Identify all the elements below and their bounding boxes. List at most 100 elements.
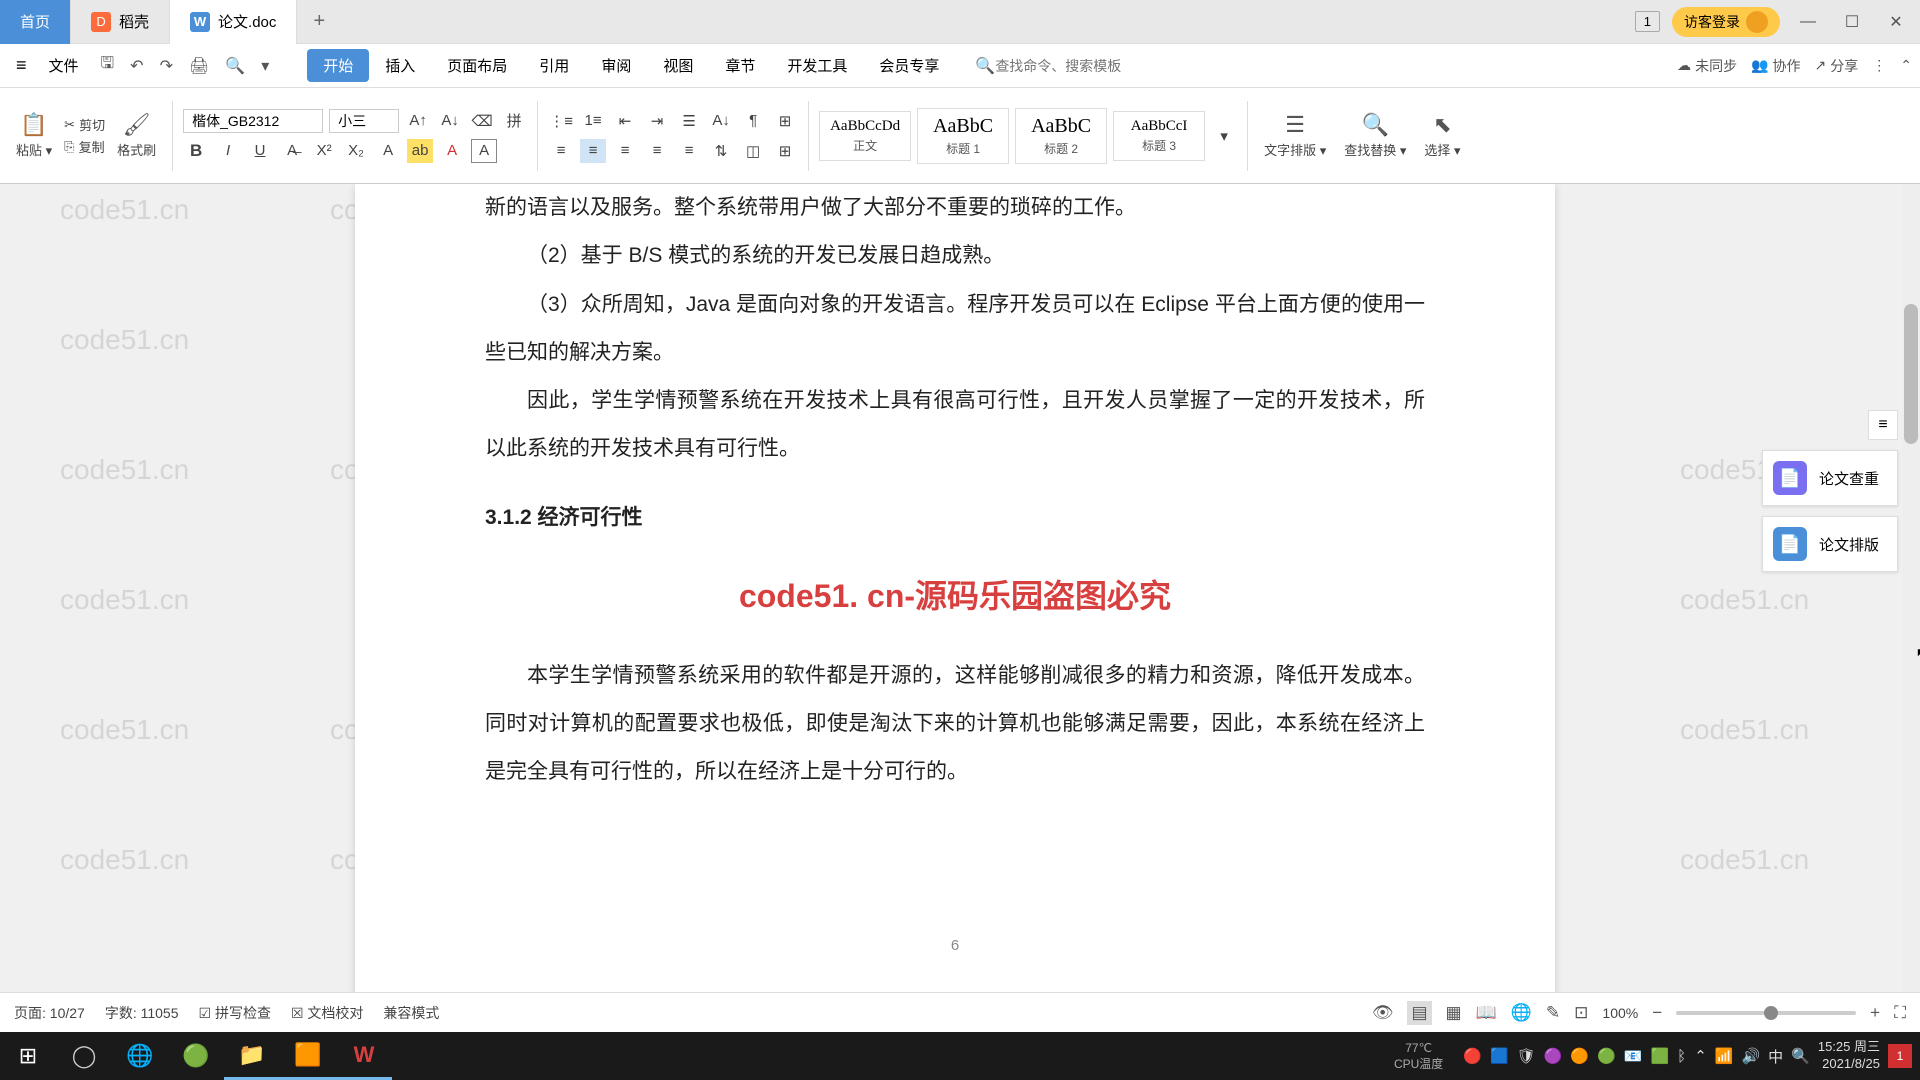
vertical-scrollbar[interactable] [1902, 184, 1920, 992]
tray-icon[interactable]: 🟩 [1650, 1047, 1669, 1065]
print-icon[interactable]: 🖨 [181, 56, 217, 76]
sort-button[interactable]: A↓ [708, 109, 734, 133]
text-effect-button[interactable]: A [375, 139, 401, 163]
window-count[interactable]: 1 [1635, 11, 1660, 32]
more-icon[interactable]: ⋮ [1872, 57, 1886, 74]
side-toggle-button[interactable]: ≡ [1868, 410, 1898, 440]
style-h2[interactable]: AaBbC标题 2 [1015, 108, 1107, 164]
increase-font-icon[interactable]: A↑ [405, 109, 431, 133]
bullets-button[interactable]: ⋮≡ [548, 109, 574, 133]
tray-icon[interactable]: 🛡 [1517, 1047, 1536, 1065]
increase-indent-button[interactable]: ⇥ [644, 109, 670, 133]
view-page-icon[interactable]: ▤ [1407, 1001, 1431, 1025]
bluetooth-icon[interactable]: ᛒ [1677, 1048, 1686, 1065]
settings-icon[interactable]: ⊡ [1574, 1003, 1588, 1023]
show-marks-button[interactable]: ¶ [740, 109, 766, 133]
menu-page-layout[interactable]: 页面布局 [431, 49, 523, 82]
copy-button[interactable]: ⎘ 复制 [64, 137, 105, 156]
paste-icon[interactable]: 📋 [20, 112, 47, 138]
zoom-out-button[interactable]: − [1652, 1003, 1662, 1023]
find-icon[interactable]: 🔍 [1362, 112, 1389, 138]
italic-button[interactable]: I [215, 139, 241, 163]
menu-chapter[interactable]: 章节 [709, 49, 771, 82]
eye-icon[interactable]: 👁 [1372, 1003, 1394, 1023]
tray-icon[interactable]: 🔴 [1463, 1047, 1482, 1065]
view-outline-icon[interactable]: ▦ [1446, 1003, 1462, 1023]
scrollbar-thumb[interactable] [1904, 304, 1918, 444]
save-icon[interactable]: 🖫 [93, 52, 123, 79]
wps-icon[interactable]: W [336, 1032, 392, 1080]
thesis-check-button[interactable]: 📄论文查重 [1762, 450, 1898, 506]
fullscreen-icon[interactable]: ⛶ [1894, 1003, 1906, 1023]
file-menu[interactable]: 文件 [35, 55, 93, 76]
underline-button[interactable]: U [247, 139, 273, 163]
shading-button[interactable]: ◫ [740, 139, 766, 163]
spell-check-button[interactable]: ☑ 拼写检查 [199, 1003, 271, 1023]
doc-proof-button[interactable]: ☒ 文档校对 [291, 1003, 363, 1023]
minimize-button[interactable]: — [1792, 13, 1824, 31]
tab-home[interactable]: 首页 [0, 0, 71, 44]
paste-button[interactable]: 粘贴 ▾ [16, 140, 52, 159]
superscript-button[interactable]: X² [311, 139, 337, 163]
guest-login[interactable]: 访客登录 [1672, 7, 1780, 37]
font-family-select[interactable] [183, 109, 323, 133]
zoom-level[interactable]: 100% [1602, 1005, 1638, 1021]
select-icon[interactable]: ⬉ [1433, 112, 1451, 138]
tabs-button[interactable]: ⊞ [772, 109, 798, 133]
decrease-font-icon[interactable]: A↓ [437, 109, 463, 133]
word-count[interactable]: 字数: 11055 [105, 1003, 179, 1023]
bold-button[interactable]: B [183, 139, 209, 163]
align-right-button[interactable]: ≡ [612, 139, 638, 163]
style-h1[interactable]: AaBbC标题 1 [917, 108, 1009, 164]
decrease-indent-button[interactable]: ⇤ [612, 109, 638, 133]
align-center-button[interactable]: ≡ [580, 139, 606, 163]
clear-format-icon[interactable]: ⌫ [469, 109, 495, 133]
format-painter-button[interactable]: 格式刷 [117, 140, 156, 159]
edge-icon[interactable]: 🟢 [168, 1032, 224, 1080]
style-h3[interactable]: AaBbCcI标题 3 [1113, 111, 1205, 161]
menu-review[interactable]: 审阅 [585, 49, 647, 82]
search-tray-icon[interactable]: 🔍 [1791, 1047, 1810, 1065]
redo-icon[interactable]: ↷ [152, 56, 181, 76]
collapse-ribbon-icon[interactable]: ⌃ [1900, 57, 1912, 74]
tray-icon[interactable]: 🟢 [1597, 1047, 1616, 1065]
menu-start[interactable]: 开始 [307, 49, 369, 82]
highlight-button[interactable]: ab [407, 139, 433, 163]
ie-icon[interactable]: 🌐 [112, 1032, 168, 1080]
command-search[interactable] [995, 58, 1175, 74]
text-layout-icon[interactable]: ☰ [1285, 112, 1305, 138]
tab-add[interactable]: + [297, 10, 341, 33]
tray-icon[interactable]: 🟦 [1490, 1047, 1509, 1065]
ime-indicator[interactable]: 中 [1768, 1046, 1783, 1067]
print-preview-icon[interactable]: 🔍 [217, 56, 253, 76]
align-justify-button[interactable]: ≡ [644, 139, 670, 163]
tab-document[interactable]: W论文.doc [170, 0, 297, 44]
tray-up-icon[interactable]: ⌃ [1694, 1047, 1707, 1065]
tray-icon[interactable]: 🟣 [1544, 1047, 1563, 1065]
menu-reference[interactable]: 引用 [523, 49, 585, 82]
tab-daoke[interactable]: D稻壳 [71, 0, 170, 44]
pencil-icon[interactable]: ✎ [1546, 1003, 1560, 1023]
menu-insert[interactable]: 插入 [369, 49, 431, 82]
clock[interactable]: 15:25 周三2021/8/25 [1818, 1039, 1880, 1073]
find-replace-button[interactable]: 查找替换 ▾ [1344, 140, 1406, 159]
border-button[interactable]: ⊞ [772, 139, 798, 163]
menu-view[interactable]: 视图 [647, 49, 709, 82]
thesis-layout-button[interactable]: 📄论文排版 [1762, 516, 1898, 572]
collab-button[interactable]: 👥 协作 [1751, 56, 1800, 76]
maximize-button[interactable]: ☐ [1836, 12, 1868, 32]
asian-layout-button[interactable]: ☰ [676, 109, 702, 133]
numbering-button[interactable]: 1≡ [580, 109, 606, 133]
tray-icon[interactable]: 🟠 [1570, 1047, 1589, 1065]
font-size-select[interactable] [329, 109, 399, 133]
cortana-icon[interactable]: ◯ [56, 1032, 112, 1080]
sync-status[interactable]: ☁ 未同步 [1677, 56, 1737, 76]
text-layout-button[interactable]: 文字排版 ▾ [1264, 140, 1326, 159]
qat-customize[interactable]: ▾ [253, 56, 277, 76]
align-distribute-button[interactable]: ≡ [676, 139, 702, 163]
start-button[interactable]: ⊞ [0, 1032, 56, 1080]
notification-button[interactable]: 1 [1888, 1044, 1912, 1068]
select-button[interactable]: 选择 ▾ [1424, 140, 1460, 159]
page-indicator[interactable]: 页面: 10/27 [14, 1003, 85, 1023]
menu-dev[interactable]: 开发工具 [771, 49, 863, 82]
